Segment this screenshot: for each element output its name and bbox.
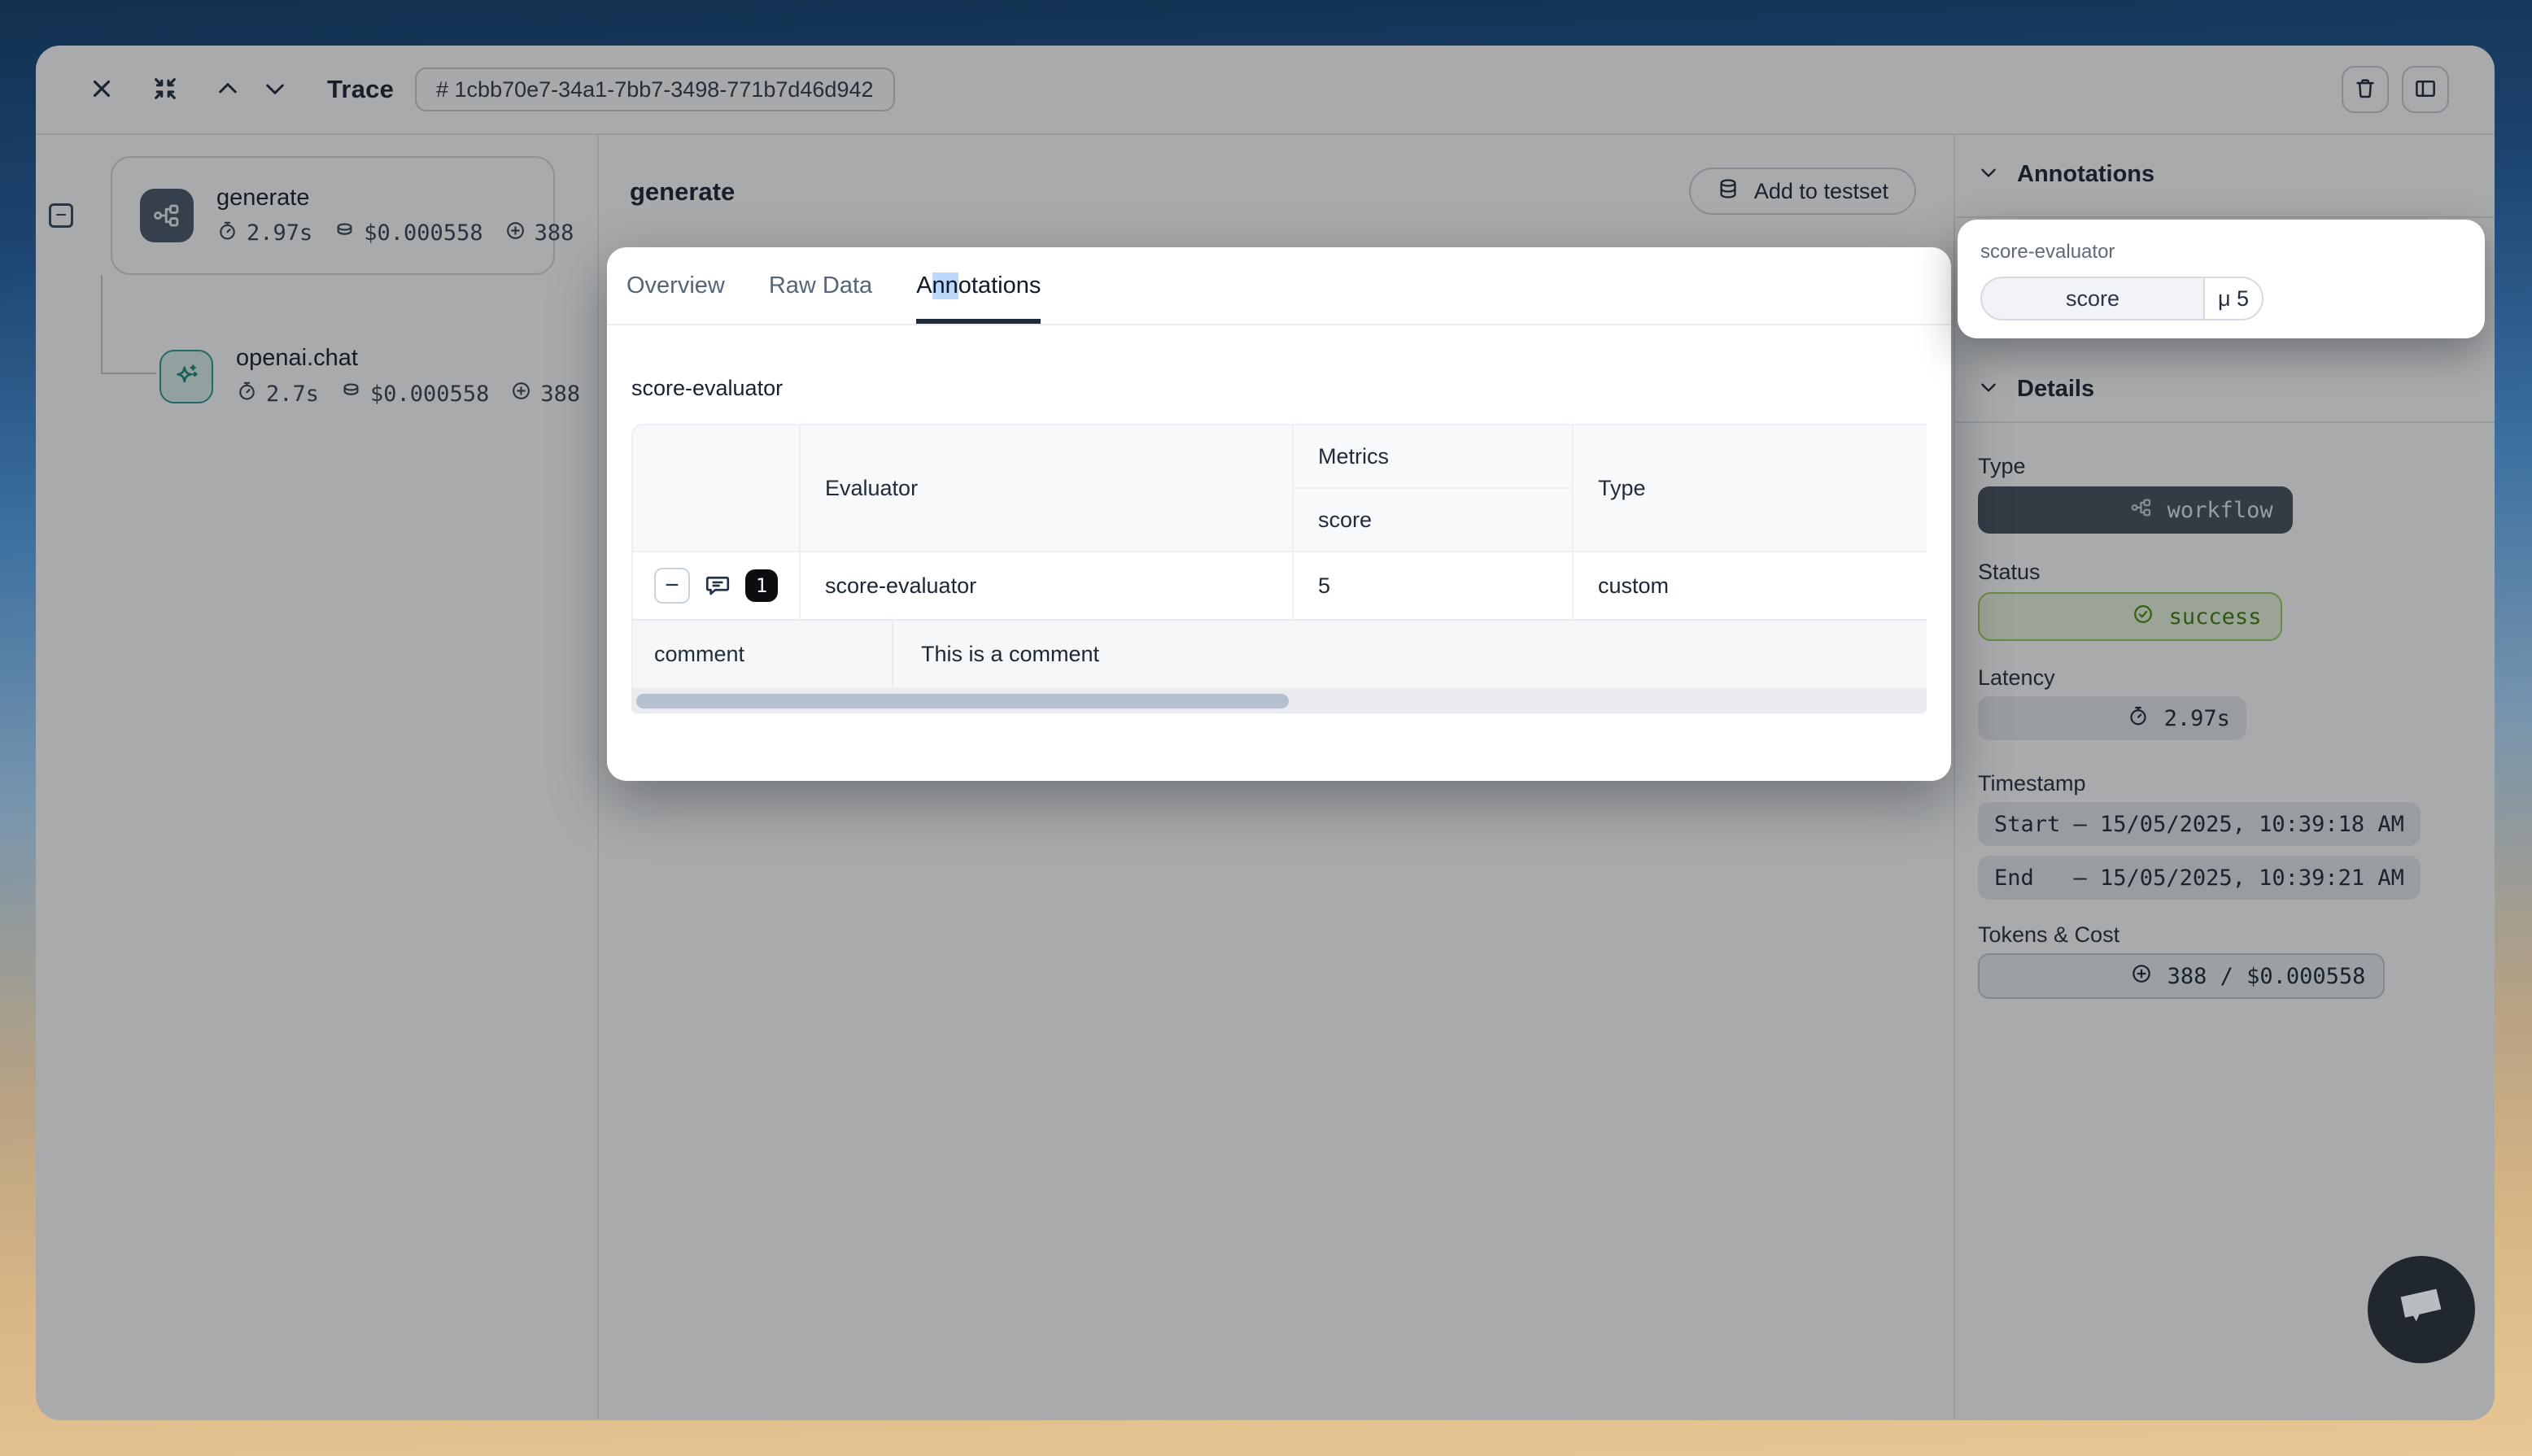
trace-window: Trace # 1cbb70e7-34a1-7bb7-3498-771b7d46… <box>36 46 2495 1420</box>
scrollbar-thumb[interactable] <box>636 694 1289 708</box>
tab-bar: Overview Raw Data Annotations <box>607 247 1951 325</box>
comment-value-cell: This is a comment <box>893 621 1927 687</box>
row-actions-cell: 1 <box>633 552 801 619</box>
annotation-summary-card: score-evaluator score μ 5 <box>1958 220 2485 338</box>
annotations-tab-panel: score-evaluator Evaluator Metrics score … <box>607 325 1951 713</box>
annotations-modal: Overview Raw Data Annotations score-eval… <box>607 247 1951 781</box>
comment-bubble-icon[interactable] <box>703 571 732 600</box>
minus-icon <box>663 576 681 596</box>
annotations-table-viewport: Evaluator Metrics score Type <box>631 424 1927 689</box>
annotation-metric-name[interactable]: score <box>1980 277 2203 320</box>
metrics-column-header: Metrics score <box>1294 425 1574 551</box>
screen: { "topbar": { "title": "Trace", "trace_i… <box>0 0 2532 1456</box>
tab-annotations[interactable]: Annotations <box>916 247 1041 324</box>
evaluator-column-header: Evaluator <box>801 425 1294 551</box>
score-cell: 5 <box>1294 552 1574 619</box>
text-selection: nn <box>932 272 958 299</box>
horizontal-scrollbar[interactable] <box>631 689 1927 713</box>
collapse-row-button[interactable] <box>654 568 690 604</box>
comment-count-badge[interactable]: 1 <box>745 569 778 602</box>
annotation-evaluator-label: score-evaluator <box>1980 241 2462 264</box>
comment-label-cell: comment <box>633 621 893 687</box>
table-header-row: Evaluator Metrics score Type <box>631 424 1927 551</box>
table-row: 1 score-evaluator 5 custom <box>631 551 1927 619</box>
metric-name-subheader: score <box>1294 489 1572 551</box>
actions-column-header <box>633 425 801 551</box>
comment-row: comment This is a comment <box>631 619 1927 689</box>
support-chat-button[interactable] <box>2368 1256 2475 1363</box>
annotation-score-control[interactable]: score μ 5 <box>1980 277 2264 320</box>
evaluator-cell: score-evaluator <box>801 552 1294 619</box>
evaluator-section-title: score-evaluator <box>631 376 1927 401</box>
chat-bubble-icon <box>2391 1279 2451 1341</box>
annotations-table: Evaluator Metrics score Type <box>631 424 1927 689</box>
type-column-header: Type <box>1574 425 1927 551</box>
tab-raw-data[interactable]: Raw Data <box>769 247 872 324</box>
annotation-mean-value: μ 5 <box>2203 277 2264 320</box>
type-cell: custom <box>1574 552 1927 619</box>
tab-overview[interactable]: Overview <box>626 247 725 324</box>
